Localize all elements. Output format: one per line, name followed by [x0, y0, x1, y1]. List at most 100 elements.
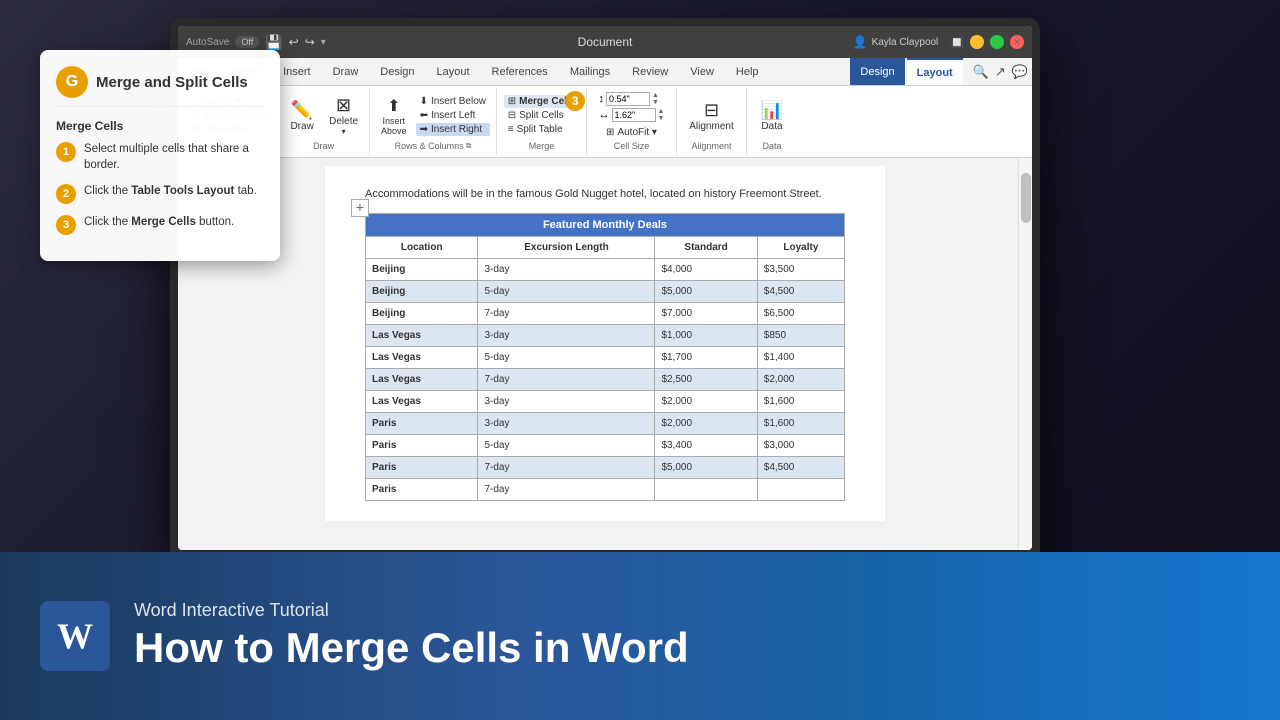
share-icon[interactable]: ↗: [995, 64, 1006, 80]
insert-above-button[interactable]: ⬆ InsertAbove: [376, 93, 412, 139]
tab-references[interactable]: References: [482, 58, 558, 85]
tab-mailings[interactable]: Mailings: [560, 58, 620, 85]
split-table-icon: ≡: [508, 124, 514, 135]
tab-draw[interactable]: Draw: [323, 58, 369, 85]
close-button[interactable]: ✕: [1010, 35, 1024, 49]
ribbon-group-data: 📊 Data Data: [747, 88, 797, 155]
table-row: Las Vegas 3-day $2,000 $1,600: [366, 391, 845, 413]
insert-above-icon: ⬆: [387, 96, 400, 116]
table-row: Paris 7-day $5,000 $4,500: [366, 457, 845, 479]
ribbon-content: ⬚ Select ▾ ⊞ View Gridlines ⊟ Properties…: [178, 86, 1032, 158]
save-icon[interactable]: 💾: [265, 34, 282, 51]
doc-paragraph: Accommodations will be in the famous Gol…: [365, 186, 845, 203]
insert-left-button[interactable]: ⬅ Insert Left: [416, 109, 490, 122]
tutorial-panel: G Merge and Split Cells Merge Cells 1 Se…: [40, 50, 280, 261]
scrollbar-thumb[interactable]: [1021, 173, 1031, 223]
data-button[interactable]: 📊 Data: [754, 97, 790, 135]
step-3-ribbon-badge: 3: [565, 91, 585, 111]
table-row: Paris 5-day $3,400 $3,000: [366, 435, 845, 457]
split-table-button[interactable]: ≡ Split Table: [504, 123, 567, 136]
width-input[interactable]: [612, 108, 656, 122]
minimize-button[interactable]: [970, 35, 984, 49]
featured-deals-header: Featured Monthly Deals: [366, 213, 845, 237]
table-row: Paris 3-day $2,000 $1,600: [366, 413, 845, 435]
tab-review[interactable]: Review: [622, 58, 678, 85]
user-icon: 👤: [853, 35, 868, 49]
rows-cols-expand-icon[interactable]: ⧉: [466, 141, 472, 151]
title-bar-right: 👤 Kayla Claypool 🔲 ✕: [853, 35, 1024, 49]
merge-cells-button[interactable]: ⊞ Merge Cells 3: [504, 95, 580, 108]
step-2-badge: 2: [56, 184, 76, 204]
ribbon-group-rows-cols: ⬆ InsertAbove ⬇ Insert Below ⬅ Insert Le…: [370, 88, 497, 155]
bottom-banner: W Word Interactive Tutorial How to Merge…: [0, 552, 1280, 720]
table-add-button[interactable]: +: [351, 199, 369, 217]
user-name: 👤 Kayla Claypool: [853, 35, 939, 49]
height-input-row: ↕ ▲ ▼: [599, 92, 665, 106]
data-icon: 📊: [761, 100, 783, 121]
height-down-arrow[interactable]: ▼: [652, 99, 659, 106]
autosave-label: AutoSave: [186, 37, 229, 48]
height-up-arrow[interactable]: ▲: [652, 92, 659, 99]
step-1: 1 Select multiple cells that share a bor…: [56, 141, 264, 173]
search-icon[interactable]: 🔍: [973, 64, 989, 80]
step-2-text: Click the Table Tools Layout tab.: [84, 183, 257, 199]
step-1-text: Select multiple cells that share a borde…: [84, 141, 264, 173]
draw-icon: ✏️: [291, 100, 313, 121]
comment-icon[interactable]: 💬: [1012, 64, 1028, 80]
window-icon1[interactable]: 🔲: [950, 36, 964, 49]
rows-cols-right: ⬇ Insert Below ⬅ Insert Left ➡ Insert Ri…: [416, 95, 490, 136]
table-row: Paris 7-day: [366, 479, 845, 501]
width-down-arrow[interactable]: ▼: [658, 115, 665, 122]
cell-size-inputs: ↕ ▲ ▼ ↔ ▲ ▼: [599, 92, 665, 122]
panel-logo: G Merge and Split Cells: [56, 66, 264, 107]
step-3-badge: 3: [56, 215, 76, 235]
maximize-button[interactable]: [990, 35, 1004, 49]
width-arrows: ▲ ▼: [658, 108, 665, 122]
quick-access-dropdown[interactable]: ▾: [321, 37, 326, 48]
table-header-row-2: Location Excursion Length Standard Loyal…: [366, 237, 845, 259]
insert-below-button[interactable]: ⬇ Insert Below: [416, 95, 490, 108]
alignment-label: Alignment: [691, 141, 731, 153]
insert-below-icon: ⬇: [420, 96, 428, 107]
table-row: Las Vegas 7-day $2,500 $2,000: [366, 369, 845, 391]
redo-icon[interactable]: ↪: [305, 35, 315, 49]
document-scrollbar[interactable]: [1018, 158, 1032, 550]
height-icon: ↕: [599, 93, 605, 105]
insert-right-button[interactable]: ➡ Insert Right: [416, 123, 490, 136]
document-page: Accommodations will be in the famous Gol…: [325, 166, 885, 521]
tab-layout-main[interactable]: Layout: [427, 58, 480, 85]
tab-table-design[interactable]: Design: [850, 58, 904, 85]
undo-icon[interactable]: ↩: [289, 35, 299, 49]
step-1-badge: 1: [56, 142, 76, 162]
data-table: Featured Monthly Deals Location Excursio…: [365, 213, 845, 502]
split-cells-button[interactable]: ⊟ Split Cells: [504, 109, 568, 122]
table-row: Beijing 7-day $7,000 $6,500: [366, 303, 845, 325]
autosave-toggle[interactable]: Off: [235, 36, 259, 48]
word-letter: W: [57, 615, 93, 657]
alignment-button[interactable]: ⊟ Alignment: [684, 97, 738, 135]
table-header-row-1: Featured Monthly Deals: [366, 213, 845, 237]
merge-group-label: Merge: [529, 141, 555, 153]
rows-cols-label: Rows & Columns ⧉: [395, 141, 472, 153]
title-bar-left: AutoSave Off 💾 ↩ ↪ ▾: [186, 34, 326, 51]
width-up-arrow[interactable]: ▲: [658, 108, 665, 115]
step-2: 2 Click the Table Tools Layout tab.: [56, 183, 264, 204]
delete-button[interactable]: ⊠ Delete ▾: [324, 92, 363, 139]
window-title: Document: [578, 35, 633, 49]
tab-view[interactable]: View: [680, 58, 724, 85]
tab-table-layout[interactable]: Layout: [907, 58, 963, 85]
tab-help[interactable]: Help: [726, 58, 769, 85]
step-3-text: Click the Merge Cells button.: [84, 214, 234, 230]
col-header-loyalty: Loyalty: [757, 237, 844, 259]
tab-insert[interactable]: Insert: [273, 58, 321, 85]
ribbon-group-draw: ✏️ Draw ⊠ Delete ▾ Draw: [278, 88, 370, 155]
tab-design-main[interactable]: Design: [370, 58, 424, 85]
autofit-button[interactable]: ⊞ AutoFit ▾: [602, 126, 661, 139]
merge-cells-icon: ⊞: [508, 96, 516, 107]
banner-subtitle: Word Interactive Tutorial: [134, 600, 689, 621]
insert-right-icon: ➡: [420, 124, 428, 135]
table-container: + Featured Monthly Deals Location Excurs…: [365, 213, 845, 502]
draw-button[interactable]: ✏️ Draw: [284, 97, 320, 135]
height-input[interactable]: [606, 92, 650, 106]
document-area: Accommodations will be in the famous Gol…: [178, 158, 1032, 550]
